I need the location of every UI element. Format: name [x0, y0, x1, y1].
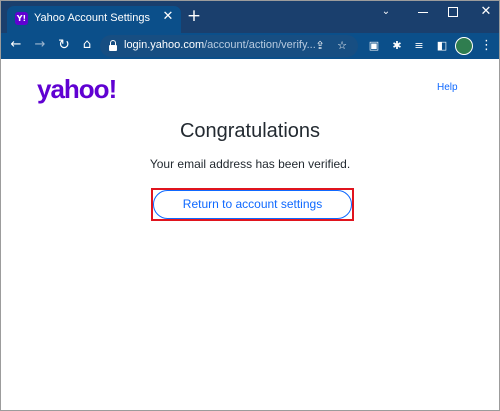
- extension-icon[interactable]: ▣: [365, 37, 383, 55]
- new-tab-plus-icon[interactable]: +: [186, 8, 202, 25]
- address-bar[interactable]: login.yahoo.com/account/action/verify...…: [100, 35, 358, 57]
- bookmark-star-icon[interactable]: ☆: [334, 38, 350, 54]
- tab-title: Yahoo Account Settings: [34, 12, 150, 24]
- share-icon[interactable]: ⇪: [312, 38, 328, 54]
- verification-message: Your email address has been verified.: [149, 157, 351, 171]
- reading-list-icon[interactable]: ≡: [410, 37, 428, 55]
- url-text[interactable]: login.yahoo.com/account/action/verify...: [124, 39, 316, 51]
- reload-icon[interactable]: ↻: [55, 36, 73, 54]
- yahoo-logo: yahoo!: [37, 74, 117, 104]
- tab-yahoo-account-settings[interactable]: Y! Yahoo Account Settings ✕: [7, 6, 181, 33]
- profile-avatar[interactable]: [455, 37, 473, 55]
- lock-icon[interactable]: [109, 40, 117, 51]
- url-host: login.yahoo.com: [124, 39, 205, 51]
- browser-window: Y! Yahoo Account Settings ✕ + ⌄ ✕ ← → ↻ …: [0, 0, 500, 411]
- help-link[interactable]: Help: [437, 82, 458, 93]
- tab-strip: Y! Yahoo Account Settings ✕ + ⌄ ✕: [1, 1, 499, 33]
- minimize-icon[interactable]: [406, 1, 440, 27]
- page-title: Congratulations: [179, 120, 321, 142]
- forward-arrow-icon[interactable]: →: [31, 36, 49, 54]
- back-arrow-icon[interactable]: ←: [7, 36, 25, 54]
- side-panel-icon[interactable]: ◧: [433, 37, 451, 55]
- page-content: yahoo! Help Congratulations Your email a…: [1, 59, 499, 410]
- tab-search-chevron-icon[interactable]: ⌄: [369, 1, 403, 27]
- maximize-icon[interactable]: [436, 1, 470, 27]
- return-to-account-settings-button[interactable]: Return to account settings: [153, 190, 352, 219]
- tab-close-icon[interactable]: ✕: [161, 10, 175, 24]
- extensions-puzzle-icon[interactable]: ✱: [388, 37, 406, 55]
- url-path: /account/action/verify...: [204, 39, 316, 51]
- home-icon[interactable]: ⌂: [78, 36, 96, 54]
- browser-menu-icon[interactable]: ⋮: [480, 37, 493, 55]
- browser-toolbar: ← → ↻ ⌂ login.yahoo.com/account/action/v…: [1, 33, 499, 59]
- yahoo-favicon-icon: Y!: [15, 12, 28, 25]
- window-close-icon[interactable]: ✕: [469, 1, 499, 27]
